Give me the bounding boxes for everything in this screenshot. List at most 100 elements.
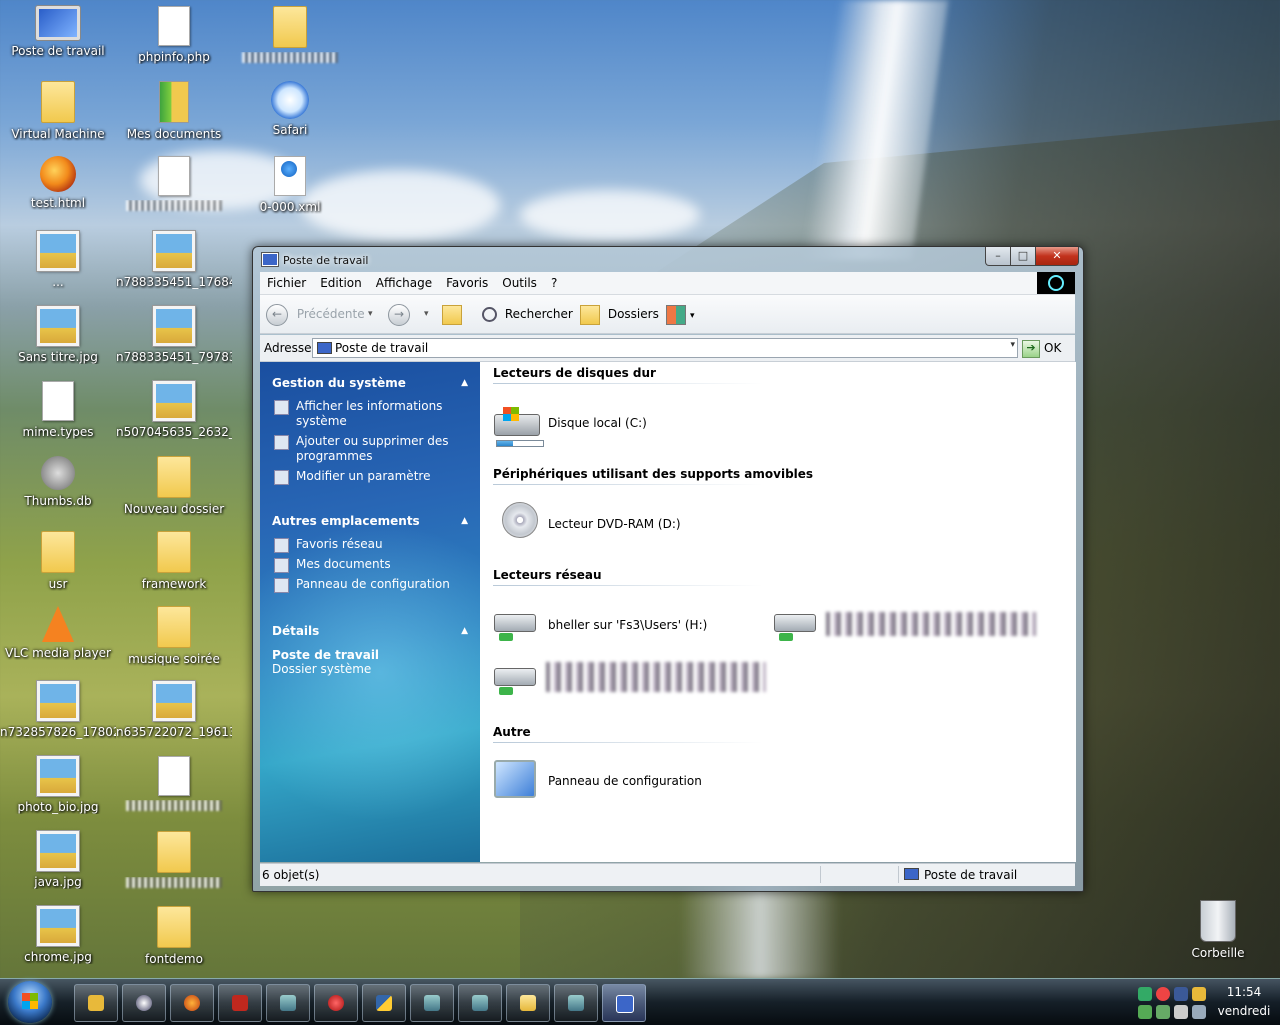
network-drive-redacted[interactable] [774, 604, 1044, 650]
desktop-icon[interactable] [116, 156, 232, 214]
place-my-documents[interactable]: Mes documents [272, 557, 468, 573]
desktop-icon[interactable]: framework [116, 531, 232, 591]
back-button[interactable]: ← Précédente [266, 303, 365, 326]
desktop-icon[interactable]: phpinfo.php [116, 6, 232, 64]
collapse-chevron-icon[interactable]: ▲ [461, 516, 468, 526]
desktop-icon[interactable] [116, 831, 232, 891]
place-network[interactable]: Favoris réseau [272, 537, 468, 553]
desktop-icon[interactable] [232, 6, 348, 66]
task-add-remove-programs[interactable]: Ajouter ou supprimer des programmes [272, 434, 468, 464]
views-button[interactable]: ▾ [666, 303, 695, 325]
forward-history-dropdown[interactable]: ▾ [424, 303, 429, 325]
maximize-button[interactable]: □ [1010, 247, 1036, 266]
desktop-icon[interactable]: fontdemo [116, 906, 232, 966]
control-panel-item[interactable]: Panneau de configuration [494, 760, 734, 806]
taskbar-button-filezilla[interactable] [218, 984, 262, 1022]
minimize-button[interactable]: – [985, 247, 1011, 266]
taskbar-button-messenger[interactable] [554, 984, 598, 1022]
desktop-icon[interactable]: musique soirée [116, 606, 232, 666]
search-button[interactable]: Rechercher [482, 303, 573, 325]
disk-usage-fill [497, 441, 514, 446]
start-button[interactable] [8, 981, 52, 1023]
task-system-info[interactable]: Afficher les informations système [272, 399, 468, 429]
desktop-icon[interactable] [116, 756, 232, 814]
taskbar-button-eclipse[interactable] [122, 984, 166, 1022]
drive-h[interactable]: bheller sur 'Fs3\Users' (H:) [494, 604, 754, 650]
network-drive-redacted[interactable] [494, 658, 774, 704]
desktop-icon[interactable]: 0-000.xml [232, 156, 348, 214]
desktop-icon[interactable]: java.jpg [0, 831, 116, 889]
taskbar-button-firefox[interactable] [170, 984, 214, 1022]
desktop-icon[interactable]: n635722072_19613... [116, 681, 232, 739]
menu-affichage[interactable]: Affichage [369, 272, 439, 294]
recycle-bin[interactable]: Corbeille [1180, 900, 1256, 960]
desktop-icon[interactable]: Nouveau dossier [116, 456, 232, 516]
collapse-chevron-icon[interactable]: ▲ [461, 626, 468, 636]
desktop-icon[interactable]: n732857826_17802... [0, 681, 116, 739]
desktop-icon[interactable]: n507045635_2632_... [116, 381, 232, 439]
antivirus-icon[interactable] [1156, 987, 1170, 1001]
network-icon[interactable] [1138, 987, 1152, 1001]
drive-d[interactable]: Lecteur DVD-RAM (D:) [494, 502, 714, 548]
control-panel-label: Panneau de configuration [548, 774, 702, 788]
desktop-icon[interactable]: VLC media player [0, 606, 116, 660]
desktop-icon[interactable]: Sans titre.jpg [0, 306, 116, 364]
up-folder-button[interactable] [442, 303, 466, 325]
desktop-icon[interactable]: usr [0, 531, 116, 591]
taskbar-button-app[interactable] [314, 984, 358, 1022]
menu-edition[interactable]: Edition [313, 272, 369, 294]
taskbar-button-explorer[interactable] [602, 984, 646, 1022]
other-places-header[interactable]: Autres emplacements ▲ [272, 514, 468, 532]
menu-help[interactable]: ? [544, 272, 564, 294]
collapse-chevron-icon[interactable]: ▲ [461, 378, 468, 388]
desktop-icon[interactable]: n788335451_17684... [116, 231, 232, 289]
task-change-setting[interactable]: Modifier un paramètre [272, 469, 468, 485]
taskbar-button-messenger[interactable] [266, 984, 310, 1022]
title-bar[interactable]: Poste de travail – □ ✕ [253, 247, 1083, 271]
desktop-icon[interactable]: photo_bio.jpg [0, 756, 116, 814]
close-button[interactable]: ✕ [1035, 247, 1079, 266]
views-dropdown-icon: ▾ [690, 311, 695, 321]
desktop-icon[interactable]: mime.types [0, 381, 116, 439]
back-history-dropdown[interactable]: ▾ [368, 303, 373, 325]
desktop-icon[interactable]: Safari [232, 81, 348, 137]
taskbar-button-folder[interactable] [506, 984, 550, 1022]
forward-button[interactable]: → [388, 303, 410, 326]
desktop-icon-label [116, 800, 232, 814]
go-button[interactable]: ➔ OK [1022, 338, 1070, 358]
menu-favoris[interactable]: Favoris [439, 272, 495, 294]
desktop-icon[interactable]: Poste de travail [0, 6, 116, 58]
details-header[interactable]: Détails ▲ [272, 624, 468, 642]
address-input[interactable]: Poste de travail ▾ [312, 338, 1018, 358]
desktop-icon-label: java.jpg [34, 875, 82, 889]
place-control-panel[interactable]: Panneau de configuration [272, 577, 468, 593]
folder-icon [157, 831, 191, 873]
desktop-icon[interactable]: n788335451_79783... [116, 306, 232, 364]
volume-icon[interactable] [1174, 1005, 1188, 1019]
address-dropdown-icon[interactable]: ▾ [1010, 340, 1015, 350]
taskbar-button-messenger[interactable] [458, 984, 502, 1022]
taskbar-button-messenger[interactable] [410, 984, 454, 1022]
messenger-tray-icon[interactable] [1138, 1005, 1152, 1019]
desktop-icon[interactable]: Mes documents [116, 81, 232, 141]
desktop-icon[interactable]: chrome.jpg [0, 906, 116, 964]
desktop-icon[interactable]: Virtual Machine [0, 81, 116, 141]
update-icon[interactable] [1192, 1005, 1206, 1019]
folder-icon [157, 606, 191, 648]
taskbar-button-clock-app[interactable] [74, 984, 118, 1022]
clock-app-icon[interactable] [1192, 987, 1206, 1001]
folder-icon [157, 906, 191, 948]
desktop-icon[interactable]: test.html [0, 156, 116, 210]
desktop-icon[interactable]: ... [0, 231, 116, 289]
messenger-icon [568, 995, 584, 1011]
clock[interactable]: 11:54 vendredi [1212, 983, 1276, 1021]
folders-button[interactable]: Dossiers [580, 303, 659, 325]
network-status-icon[interactable] [1156, 1005, 1170, 1019]
desktop-icon[interactable]: Thumbs.db [0, 456, 116, 508]
menu-outils[interactable]: Outils [495, 272, 544, 294]
taskbar-button-python[interactable] [362, 984, 406, 1022]
facebook-icon[interactable] [1174, 987, 1188, 1001]
system-tasks-header[interactable]: Gestion du système ▲ [272, 376, 468, 394]
drive-c[interactable]: Disque local (C:) [494, 402, 714, 448]
menu-fichier[interactable]: Fichier [260, 272, 313, 294]
